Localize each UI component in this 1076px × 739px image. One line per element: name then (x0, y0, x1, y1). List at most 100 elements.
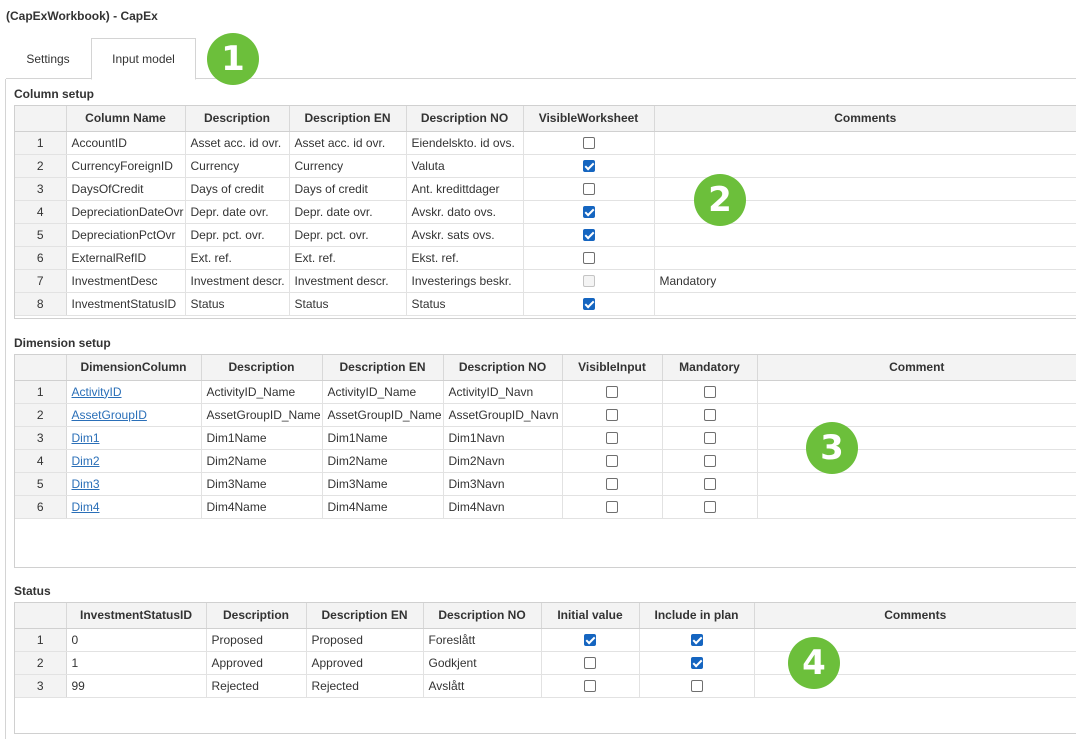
description-en-cell[interactable]: Currency (289, 154, 407, 178)
table-row[interactable]: 3 99 Rejected Rejected Avslått (15, 674, 1076, 698)
visible-input-checkbox[interactable] (606, 478, 618, 491)
mandatory-checkbox[interactable] (703, 432, 716, 445)
visible-input-checkbox[interactable] (606, 409, 618, 422)
description-en-cell[interactable]: ActivityID_Name (322, 380, 444, 404)
initial-value-checkbox[interactable] (584, 657, 596, 670)
description-no-cell[interactable]: Avslått (423, 674, 542, 698)
column-header[interactable]: Description NO (406, 106, 524, 132)
description-cell[interactable]: Rejected (206, 674, 307, 698)
description-cell[interactable]: ActivityID_Name (201, 380, 323, 404)
visible-worksheet-checkbox[interactable] (582, 252, 595, 265)
row-number-cell[interactable]: 3 (15, 426, 67, 450)
include-in-plan-checkbox[interactable] (690, 680, 703, 693)
table-row[interactable]: 1 0 Proposed Proposed Foreslått (15, 628, 1076, 652)
column-name-cell[interactable]: DepreciationDateOvr (66, 200, 186, 224)
comment-cell[interactable] (757, 449, 1076, 473)
description-cell[interactable]: Currency (185, 154, 290, 178)
column-header[interactable]: Column Name (66, 106, 186, 132)
comment-cell[interactable] (654, 131, 1076, 155)
row-number-cell[interactable]: 7 (15, 269, 67, 293)
dimension-column-link-cell[interactable]: ActivityID (66, 380, 202, 404)
visible-worksheet-checkbox[interactable] (582, 206, 595, 219)
visible-input-checkbox[interactable] (606, 501, 618, 514)
dimension-column-link-cell[interactable]: Dim3 (66, 472, 202, 496)
column-header[interactable]: Include in plan (639, 603, 755, 629)
include-in-plan-checkbox[interactable] (690, 634, 703, 647)
row-number-cell[interactable]: 1 (15, 131, 67, 155)
comment-cell[interactable] (757, 472, 1076, 496)
description-no-cell[interactable]: Dim2Navn (443, 449, 563, 473)
table-row[interactable]: 4 DepreciationDateOvr Depr. date ovr. Depr.… (15, 200, 1076, 224)
investment-status-id-cell[interactable]: 1 (66, 651, 207, 675)
column-header[interactable]: Comment (757, 355, 1076, 381)
row-number-cell[interactable]: 6 (15, 495, 67, 519)
table-row[interactable]: 1 ActivityID ActivityID_Name ActivityID_Nam… (15, 380, 1076, 404)
description-no-cell[interactable]: Avskr. dato ovs. (406, 200, 524, 224)
column-name-cell[interactable]: CurrencyForeignID (66, 154, 186, 178)
description-no-cell[interactable]: Dim1Navn (443, 426, 563, 450)
dimension-column-link[interactable]: ActivityID (72, 385, 122, 399)
description-en-cell[interactable]: Depr. pct. ovr. (289, 223, 407, 247)
description-en-cell[interactable]: Ext. ref. (289, 246, 407, 270)
column-header[interactable]: InvestmentStatusID (66, 603, 207, 629)
mandatory-checkbox[interactable] (703, 478, 716, 491)
description-en-cell[interactable]: Days of credit (289, 177, 407, 201)
initial-value-checkbox[interactable] (584, 680, 596, 693)
row-number-cell[interactable]: 2 (15, 154, 67, 178)
description-en-cell[interactable]: Status (289, 292, 407, 316)
visible-input-checkbox[interactable] (606, 432, 618, 445)
comment-cell[interactable] (757, 380, 1076, 404)
dimension-column-link[interactable]: Dim2 (72, 454, 100, 468)
visible-worksheet-checkbox[interactable] (582, 160, 595, 173)
description-cell[interactable]: Dim3Name (201, 472, 323, 496)
mandatory-checkbox[interactable] (703, 409, 716, 422)
visible-input-checkbox[interactable] (606, 386, 618, 399)
column-header[interactable]: VisibleInput (562, 355, 663, 381)
description-en-cell[interactable]: Investment descr. (289, 269, 407, 293)
description-no-cell[interactable]: AssetGroupID_Navn (443, 403, 563, 427)
column-header[interactable]: Mandatory (662, 355, 758, 381)
column-name-cell[interactable]: DaysOfCredit (66, 177, 186, 201)
comment-cell[interactable]: Mandatory (654, 269, 1076, 293)
row-number-cell[interactable]: 1 (15, 628, 67, 652)
visible-worksheet-checkbox[interactable] (582, 298, 595, 311)
description-en-cell[interactable]: Depr. date ovr. (289, 200, 407, 224)
table-row[interactable]: 2 CurrencyForeignID Currency Currency Valuta (15, 154, 1076, 178)
row-number-cell[interactable]: 8 (15, 292, 67, 316)
column-header[interactable]: Description (206, 603, 307, 629)
dimension-column-link-cell[interactable]: AssetGroupID (66, 403, 202, 427)
table-row[interactable]: 5 DepreciationPctOvr Depr. pct. ovr. Depr. … (15, 223, 1076, 247)
table-row[interactable]: 8 InvestmentStatusID Status Status Status (15, 292, 1076, 316)
column-header[interactable]: Description NO (423, 603, 542, 629)
description-en-cell[interactable]: Asset acc. id ovr. (289, 131, 407, 155)
visible-worksheet-checkbox[interactable] (582, 229, 595, 242)
column-header[interactable]: Description (201, 355, 323, 381)
column-header[interactable]: Description EN (289, 106, 407, 132)
column-name-cell[interactable]: DepreciationPctOvr (66, 223, 186, 247)
description-en-cell[interactable]: AssetGroupID_Name (322, 403, 444, 427)
row-number-cell[interactable]: 3 (15, 177, 67, 201)
column-header[interactable]: DimensionColumn (66, 355, 202, 381)
table-row[interactable]: 1 AccountID Asset acc. id ovr. Asset acc. i… (15, 131, 1076, 155)
description-en-cell[interactable]: Approved (306, 651, 424, 675)
column-name-cell[interactable]: InvestmentStatusID (66, 292, 186, 316)
row-number-cell[interactable]: 5 (15, 472, 67, 496)
column-header[interactable]: Description EN (322, 355, 444, 381)
table-row[interactable]: 3 Dim1 Dim1Name Dim1Name Dim1Navn (15, 426, 1076, 450)
table-row[interactable]: 4 Dim2 Dim2Name Dim2Name Dim2Navn (15, 449, 1076, 473)
description-no-cell[interactable]: Avskr. sats ovs. (406, 223, 524, 247)
visible-worksheet-checkbox[interactable] (582, 137, 595, 150)
visible-input-checkbox[interactable] (606, 455, 618, 468)
comment-cell[interactable] (757, 403, 1076, 427)
column-header[interactable]: VisibleWorksheet (523, 106, 655, 132)
description-cell[interactable]: Status (185, 292, 290, 316)
column-name-cell[interactable]: AccountID (66, 131, 186, 155)
description-cell[interactable]: Ext. ref. (185, 246, 290, 270)
dimension-column-link[interactable]: Dim4 (72, 500, 100, 514)
description-cell[interactable]: AssetGroupID_Name (201, 403, 323, 427)
initial-value-checkbox[interactable] (584, 634, 596, 647)
description-cell[interactable]: Depr. pct. ovr. (185, 223, 290, 247)
description-en-cell[interactable]: Rejected (306, 674, 424, 698)
dimension-column-link[interactable]: Dim3 (72, 477, 100, 491)
table-row[interactable]: 2 AssetGroupID AssetGroupID_Name AssetGroup… (15, 403, 1076, 427)
